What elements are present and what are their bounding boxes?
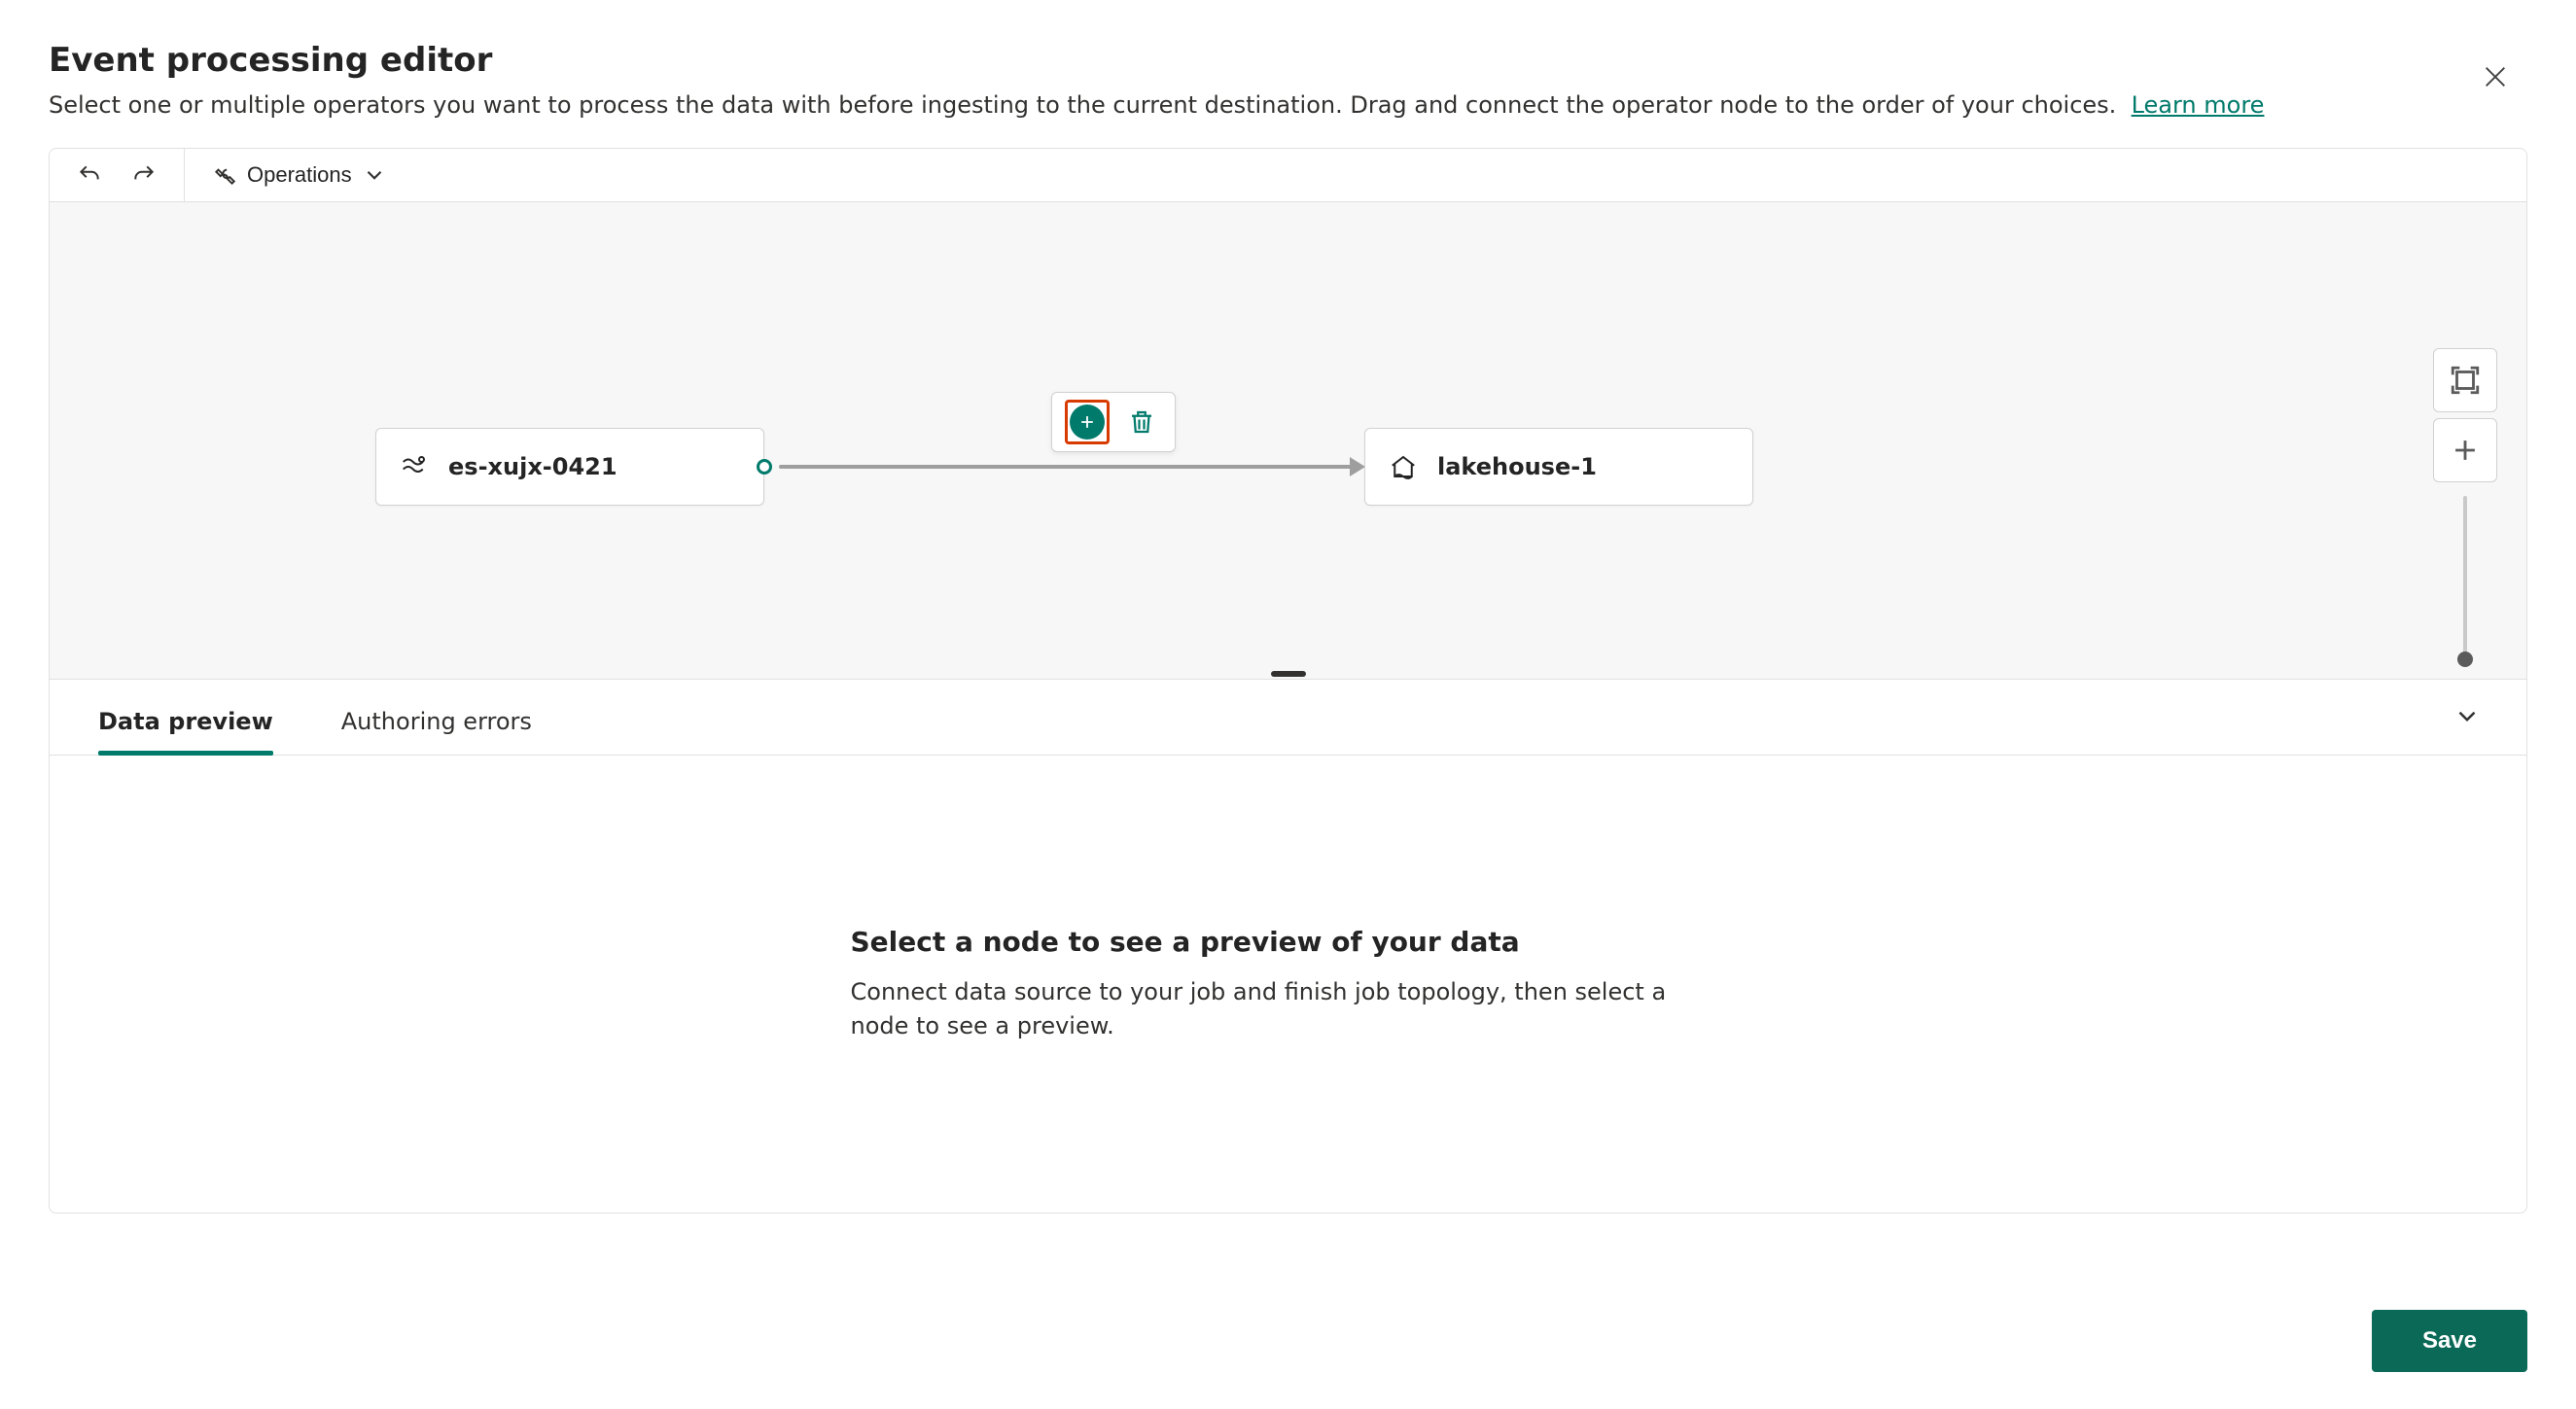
source-node[interactable]: es-xujx-0421 — [375, 428, 764, 506]
output-port[interactable] — [757, 459, 772, 475]
lakehouse-icon — [1389, 452, 1418, 481]
add-operator-button[interactable] — [1070, 405, 1105, 440]
empty-state-subtitle: Connect data source to your job and fini… — [851, 975, 1726, 1043]
tab-data-preview[interactable]: Data preview — [98, 688, 273, 755]
undo-button[interactable] — [71, 149, 108, 201]
redo-button[interactable] — [125, 149, 162, 201]
zoom-slider-thumb[interactable] — [2457, 652, 2473, 667]
stream-icon — [400, 452, 429, 481]
arrowhead-icon — [1350, 457, 1365, 476]
zoom-slider[interactable] — [2463, 496, 2467, 661]
trash-icon — [1127, 407, 1156, 437]
dialog-footer: Save — [2372, 1310, 2527, 1372]
empty-state-title: Select a node to see a preview of your d… — [851, 926, 1726, 958]
learn-more-link[interactable]: Learn more — [2132, 91, 2265, 119]
subtitle-text: Select one or multiple operators you wan… — [49, 91, 2116, 119]
preview-body: Select a node to see a preview of your d… — [50, 756, 2526, 1213]
preview-tabstrip: Data preview Authoring errors — [50, 680, 2526, 756]
destination-node-label: lakehouse-1 — [1437, 453, 1597, 480]
destination-node[interactable]: lakehouse-1 — [1364, 428, 1753, 506]
page-title: Event processing editor — [49, 41, 2527, 80]
history-segment — [50, 149, 185, 201]
plus-icon — [2449, 434, 2482, 467]
undo-icon — [77, 162, 102, 188]
operations-dropdown[interactable]: Operations — [206, 149, 393, 201]
toolbar: Operations — [49, 148, 2527, 202]
plus-icon — [1077, 412, 1097, 432]
save-button[interactable]: Save — [2372, 1310, 2527, 1372]
chevron-down-icon — [2452, 701, 2482, 730]
tab-authoring-errors[interactable]: Authoring errors — [341, 688, 532, 755]
panel-resize-handle[interactable] — [1271, 671, 1306, 677]
edge-toolbar — [1051, 392, 1176, 452]
dialog-header: Event processing editor Select one or mu… — [0, 0, 2576, 148]
zoom-in-button[interactable] — [2433, 418, 2497, 482]
close-button[interactable] — [2473, 54, 2518, 99]
page-subtitle: Select one or multiple operators you wan… — [49, 91, 2527, 119]
source-node-label: es-xujx-0421 — [448, 453, 618, 480]
connection-edge[interactable] — [779, 465, 1359, 469]
wrench-icon — [212, 162, 237, 188]
add-operator-callout — [1065, 400, 1110, 444]
zoom-controls — [2433, 348, 2497, 661]
flow-canvas[interactable]: es-xujx-0421 lakehouse-1 — [49, 202, 2527, 679]
empty-state: Select a node to see a preview of your d… — [851, 926, 1726, 1043]
delete-edge-button[interactable] — [1121, 406, 1162, 438]
zoom-fit-button[interactable] — [2433, 348, 2497, 412]
fit-screen-icon — [2449, 364, 2482, 397]
close-icon — [2482, 63, 2509, 90]
redo-icon — [131, 162, 157, 188]
operations-label: Operations — [247, 162, 352, 188]
collapse-panel-button[interactable] — [2447, 700, 2488, 734]
preview-panel: Data preview Authoring errors Select a n… — [49, 679, 2527, 1214]
operations-segment: Operations — [185, 149, 414, 201]
chevron-down-icon — [362, 162, 387, 188]
